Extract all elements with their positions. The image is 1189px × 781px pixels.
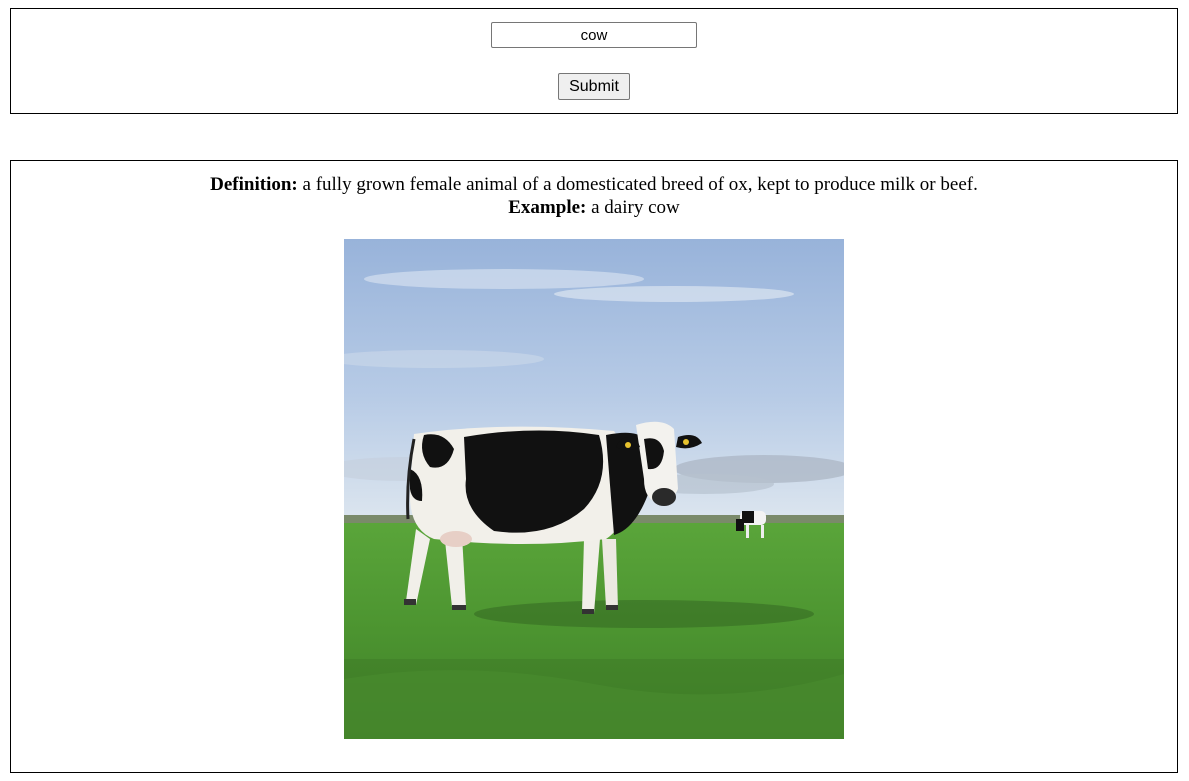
example-text: a dairy cow — [591, 197, 680, 218]
result-panel: Definition: a fully grown female animal … — [10, 160, 1178, 773]
definition-line: Definition: a fully grown female animal … — [11, 173, 1177, 196]
definition-text: a fully grown female animal of a domesti… — [302, 174, 978, 195]
cow-photo — [344, 239, 844, 739]
search-panel: Submit — [10, 8, 1178, 114]
example-label: Example: — [508, 197, 587, 218]
submit-button[interactable]: Submit — [558, 73, 630, 100]
definition-label: Definition: — [210, 174, 298, 195]
search-input[interactable] — [491, 22, 697, 48]
example-line: Example: a dairy cow — [11, 196, 1177, 219]
